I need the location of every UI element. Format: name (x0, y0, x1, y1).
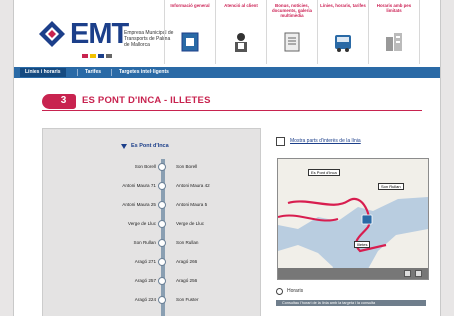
topnav-label: Línies, horaris, tarifes (320, 3, 366, 8)
topnav-label: Informació general (170, 3, 210, 8)
browser-page: EMT Empresa Municipal de Transports de P… (13, 0, 441, 316)
stop-row: Aragó 271 Aragó 266 (43, 258, 260, 268)
site-header: EMT Empresa Municipal de Transports de P… (14, 0, 440, 64)
stop-right[interactable]: Antoni Maura 42 (176, 182, 210, 190)
stop-dot-icon (158, 258, 166, 266)
language-selector[interactable] (80, 53, 112, 58)
direction-label: Es Pont d'Inca (131, 143, 169, 149)
stop-row: Verge de Lluc Verge de Lluc (43, 220, 260, 230)
document-icon (284, 32, 300, 52)
stop-dot-icon (158, 201, 166, 209)
tab-smart-cards[interactable]: Targetes intel·ligents (114, 68, 174, 77)
nav-separator (77, 69, 78, 76)
schedule-link-bar[interactable]: Consultau l'horari de la línia amb la ta… (276, 300, 426, 306)
topnav-item-schedules[interactable]: Horaris amb pes limitats (368, 0, 420, 64)
page-title: ES PONT D'INCA - ILLETES (82, 95, 211, 106)
clock-icon (276, 288, 283, 295)
topnav-label: Atenció al client (224, 3, 258, 8)
stop-left[interactable]: Son Rullan (134, 239, 156, 247)
stop-right[interactable]: Aragó 256 (176, 277, 197, 285)
section-nav: Línies i horaris Tarifes Targetes intel·… (14, 67, 440, 78)
stop-row: Son Rullan Son Rullan (43, 239, 260, 249)
route-map[interactable]: Es Pont d'Inca Son Rullan Illetes (277, 158, 429, 280)
schedule-label: Horaris (287, 288, 304, 294)
customer-service-icon (235, 33, 247, 52)
stop-left[interactable]: Antoni Maura 25 (122, 201, 156, 209)
topnav-label: Bonus, notícies, documents, galeria mult… (271, 3, 312, 18)
zoom-out-button[interactable] (415, 270, 422, 277)
direction-arrow-icon (121, 144, 127, 149)
topnav-item-info[interactable]: Informació general (164, 0, 215, 64)
route-title-row: 3 ES PONT D'INCA - ILLETES (42, 92, 422, 112)
stop-row: Son Borell Son Borell (43, 163, 260, 173)
stop-left[interactable]: Aragó 271 (135, 258, 156, 266)
stops-panel: Es Pont d'Inca Son Borell Son Borell Ant… (42, 128, 261, 316)
map-book-icon (276, 137, 285, 146)
title-divider (42, 110, 422, 111)
logo-text: EMT (70, 18, 129, 50)
map-toolbar (278, 268, 428, 279)
stop-left[interactable]: Antoni Maura 71 (122, 182, 156, 190)
stop-dot-icon (158, 277, 166, 285)
flag-icon[interactable] (90, 53, 96, 58)
stop-dot-icon (158, 163, 166, 171)
stop-row: Aragó 224 Son Fuster (43, 296, 260, 306)
stop-left[interactable]: Aragó 257 (135, 277, 156, 285)
topnav-item-news[interactable]: Bonus, notícies, documents, galeria mult… (266, 0, 317, 64)
stop-row: Antoni Maura 71 Antoni Maura 42 (43, 182, 260, 192)
topnav-label: Horaris amb pes limitats (376, 3, 412, 13)
map-canvas (278, 159, 428, 279)
topnav-item-lines[interactable]: Línies, horaris, tarifes (317, 0, 368, 64)
flag-icon[interactable] (82, 53, 88, 58)
stop-right[interactable]: Verge de Lluc (176, 220, 204, 228)
bus-icon (335, 35, 351, 52)
info-icon (181, 32, 199, 52)
route-number: 3 (60, 95, 67, 106)
schedule-link-text[interactable]: Consultau l'horari de la línia amb la ta… (282, 300, 375, 306)
stop-right[interactable]: Antoni Maura 5 (176, 201, 207, 209)
map-label: Illetes (354, 241, 371, 248)
flag-icon[interactable] (106, 53, 112, 58)
stop-left[interactable]: Verge de Lluc (128, 220, 156, 228)
map-points-link[interactable]: Mostra parts d'interès de la línia (276, 137, 424, 147)
topnav-item-customer[interactable]: Atenció al client (215, 0, 266, 64)
top-navigation: Informació general Atenció al client Bon… (164, 0, 420, 64)
map-link-text[interactable]: Mostra parts d'interès de la línia (290, 138, 361, 144)
stop-dot-icon (158, 239, 166, 247)
tab-lines-schedules[interactable]: Línies i horaris (20, 68, 66, 77)
tab-fares[interactable]: Tarifes (80, 68, 106, 77)
route-badge: 3 (42, 94, 76, 109)
stop-left[interactable]: Aragó 224 (135, 296, 156, 304)
stop-left[interactable]: Son Borell (135, 163, 156, 171)
stop-row: Aragó 257 Aragó 256 (43, 277, 260, 287)
nav-separator (111, 69, 112, 76)
map-label: Es Pont d'Inca (308, 169, 340, 176)
stop-dot-icon (158, 296, 166, 304)
stop-dot-icon (158, 220, 166, 228)
flag-icon[interactable] (98, 53, 104, 58)
stop-right[interactable]: Son Fuster (176, 296, 198, 304)
stop-dot-icon (158, 182, 166, 190)
building-icon (386, 33, 402, 51)
logo-diamond-icon (39, 21, 65, 47)
stop-right[interactable]: Son Borell (176, 163, 197, 171)
stop-right[interactable]: Aragó 266 (176, 258, 197, 266)
map-label: Son Rullan (378, 183, 404, 190)
zoom-in-button[interactable] (404, 270, 411, 277)
stop-right[interactable]: Son Rullan (176, 239, 198, 247)
stop-row: Antoni Maura 25 Antoni Maura 5 (43, 201, 260, 211)
